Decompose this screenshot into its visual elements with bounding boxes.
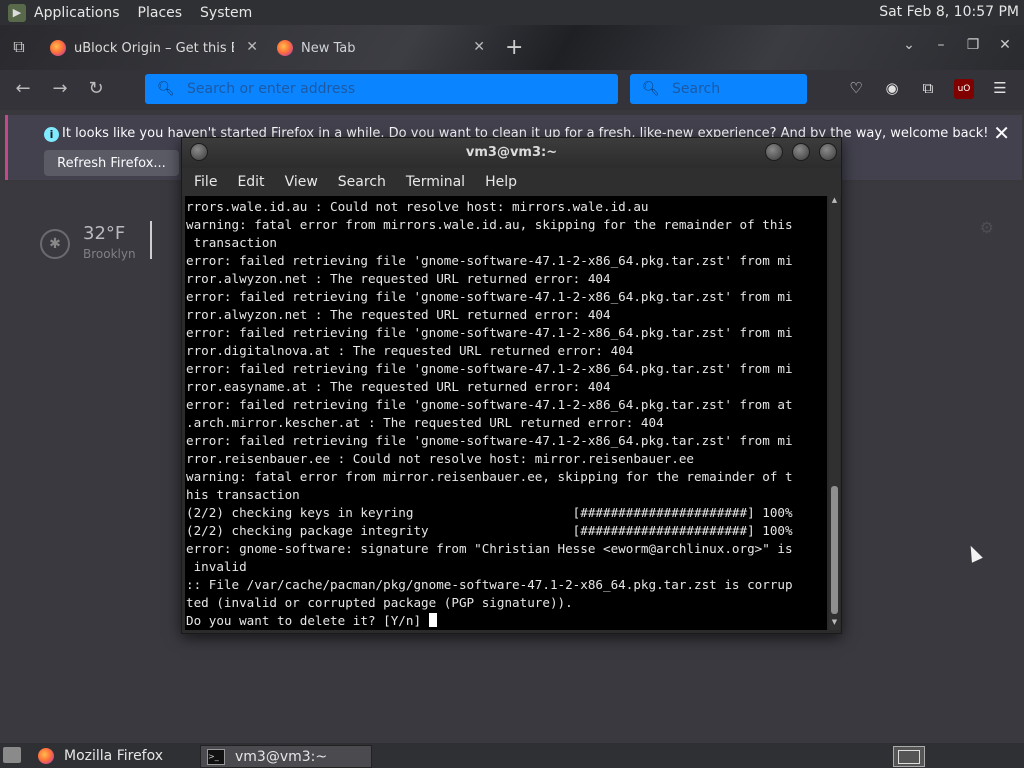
refresh-firefox-button[interactable]: Refresh Firefox... <box>44 150 179 176</box>
window-controls: ⌄ – ❐ ✕ <box>902 37 1012 53</box>
close-icon[interactable]: ✕ <box>993 121 1010 145</box>
taskbar-item-terminal[interactable]: >_ vm3@vm3:~ <box>200 745 372 768</box>
search-icon: 🔍︎ <box>157 81 175 97</box>
menu-system[interactable]: System <box>200 5 252 21</box>
maximize-icon[interactable] <box>792 143 810 161</box>
address-placeholder: Search or enter address <box>187 81 356 97</box>
menu-places[interactable]: Places <box>138 5 183 21</box>
search-icon: 🔍︎ <box>642 81 660 97</box>
terminal-line: error: gnome-software: signature from "C… <box>186 541 793 556</box>
firefox-icon <box>38 747 54 764</box>
minimize-icon[interactable]: – <box>934 37 948 53</box>
terminal-line: :: File /var/cache/pacman/pkg/gnome-soft… <box>186 577 793 592</box>
terminal-line: error: failed retrieving file 'gnome-sof… <box>186 361 793 376</box>
chevron-down-icon[interactable]: ⌄ <box>902 37 916 53</box>
taskbar-label: vm3@vm3:~ <box>235 748 328 765</box>
terminal-line: warning: fatal error from mirror.reisenb… <box>186 469 793 484</box>
terminal-line: rror.digitalnova.at : The requested URL … <box>186 343 634 358</box>
terminal-prompt: Do you want to delete it? [Y/n] <box>186 613 429 628</box>
terminal-line: (2/2) checking package integrity [######… <box>186 523 793 538</box>
menu-help[interactable]: Help <box>485 174 517 190</box>
terminal-line: rror.alwyzon.net : The requested URL ret… <box>186 271 611 286</box>
tab-label: uBlock Origin – Get this Ext <box>74 40 234 56</box>
menu-file[interactable]: File <box>194 174 217 190</box>
menu-applications[interactable]: Applications <box>34 5 120 21</box>
tab-list-icon[interactable]: ⧉ <box>8 37 30 59</box>
terminal-line: his transaction <box>186 487 300 502</box>
weather-city: Brooklyn <box>83 247 136 261</box>
weather-temperature: 32°F <box>83 223 126 244</box>
bottom-taskbar: Mozilla Firefox >_ vm3@vm3:~ <box>0 743 1024 768</box>
account-icon[interactable]: ◉ <box>882 79 902 99</box>
terminal-output[interactable]: rrors.wale.id.au : Could not resolve hos… <box>185 196 827 630</box>
firefox-icon <box>50 40 66 56</box>
scroll-down-icon[interactable]: ▼ <box>829 618 840 630</box>
menu-search[interactable]: Search <box>338 174 386 190</box>
terminal-titlebar[interactable]: vm3@vm3:~ <box>182 138 841 168</box>
new-tab-plus-icon[interactable]: + <box>505 35 523 60</box>
top-panel: ▶ Applications Places System Sat Feb 8, … <box>0 0 1024 25</box>
terminal-line: rror.alwyzon.net : The requested URL ret… <box>186 307 611 322</box>
tab-ublock[interactable]: uBlock Origin – Get this Ext ✕ <box>50 32 262 64</box>
terminal-window: vm3@vm3:~ File Edit View Search Terminal… <box>181 137 842 634</box>
terminal-line: (2/2) checking keys in keyring [########… <box>186 505 793 520</box>
terminal-line: error: failed retrieving file 'gnome-sof… <box>186 433 793 448</box>
taskbar-item-firefox[interactable]: Mozilla Firefox <box>34 745 194 766</box>
firefox-icon <box>277 40 293 56</box>
terminal-line: error: failed retrieving file 'gnome-sof… <box>186 325 793 340</box>
close-tab-icon[interactable]: ✕ <box>246 39 258 55</box>
forward-arrow-icon[interactable]: → <box>49 78 71 100</box>
terminal-icon: >_ <box>207 748 225 765</box>
minimize-icon[interactable] <box>765 143 783 161</box>
terminal-line: invalid <box>186 559 247 574</box>
terminal-title: vm3@vm3:~ <box>465 145 558 160</box>
reload-icon[interactable]: ↻ <box>85 78 107 100</box>
menu-terminal[interactable]: Terminal <box>406 174 465 190</box>
ublock-origin-icon[interactable]: uO <box>954 79 974 99</box>
back-arrow-icon[interactable]: ← <box>12 78 34 100</box>
divider <box>150 221 152 259</box>
tab-strip: ⧉ uBlock Origin – Get this Ext ✕ New Tab… <box>0 25 1024 70</box>
workspace-switcher[interactable] <box>893 746 925 767</box>
scrollbar-thumb[interactable] <box>831 486 838 614</box>
show-desktop-icon[interactable] <box>3 747 21 763</box>
terminal-line: rror.easyname.at : The requested URL ret… <box>186 379 611 394</box>
terminal-line: .arch.mirror.kescher.at : The requested … <box>186 415 664 430</box>
text-cursor <box>428 613 437 627</box>
search-bar[interactable]: 🔍︎ Search <box>630 74 807 104</box>
terminal-line: transaction <box>186 235 277 250</box>
terminal-scrollbar[interactable]: ▲ ▼ <box>829 196 840 630</box>
pocket-icon[interactable]: ♡ <box>846 79 866 99</box>
terminal-line: rrors.wale.id.au : Could not resolve hos… <box>186 199 649 214</box>
address-bar[interactable]: 🔍︎ Search or enter address <box>145 74 618 104</box>
workspace-window-preview <box>898 750 920 764</box>
menu-edit[interactable]: Edit <box>237 174 264 190</box>
terminal-menubar: File Edit View Search Terminal Help <box>182 168 841 196</box>
terminal-line: warning: fatal error from mirrors.wale.i… <box>186 217 793 232</box>
menu-view[interactable]: View <box>285 174 318 190</box>
terminal-line: error: failed retrieving file 'gnome-sof… <box>186 289 793 304</box>
terminal-line: rror.reisenbauer.ee : Could not resolve … <box>186 451 694 466</box>
terminal-text: rrors.wale.id.au : Could not resolve hos… <box>185 196 827 630</box>
info-icon: i <box>44 127 59 142</box>
extensions-icon[interactable]: ⧉ <box>918 79 938 99</box>
search-placeholder: Search <box>672 81 721 97</box>
gear-icon[interactable]: ⚙ <box>980 218 994 237</box>
restore-icon[interactable]: ❐ <box>966 37 980 53</box>
tab-label: New Tab <box>301 40 356 56</box>
weather-snow-icon: ✱ <box>40 229 70 259</box>
distro-logo-icon[interactable]: ▶ <box>8 3 26 22</box>
terminal-line: error: failed retrieving file 'gnome-sof… <box>186 397 793 412</box>
scroll-up-icon[interactable]: ▲ <box>829 196 840 208</box>
terminal-line: ted (invalid or corrupted package (PGP s… <box>186 595 573 610</box>
close-window-icon[interactable]: ✕ <box>998 37 1012 53</box>
close-icon[interactable] <box>819 143 837 161</box>
hamburger-menu-icon[interactable]: ☰ <box>990 79 1010 99</box>
taskbar-label: Mozilla Firefox <box>64 747 164 764</box>
tab-new-tab[interactable]: New Tab ✕ <box>277 32 489 64</box>
clock[interactable]: Sat Feb 8, 10:57 PM <box>879 4 1019 20</box>
terminal-line: error: failed retrieving file 'gnome-sof… <box>186 253 793 268</box>
nav-bar: ← → ↻ 🔍︎ Search or enter address 🔍︎ Sear… <box>0 70 1024 110</box>
close-tab-icon[interactable]: ✕ <box>473 39 485 55</box>
